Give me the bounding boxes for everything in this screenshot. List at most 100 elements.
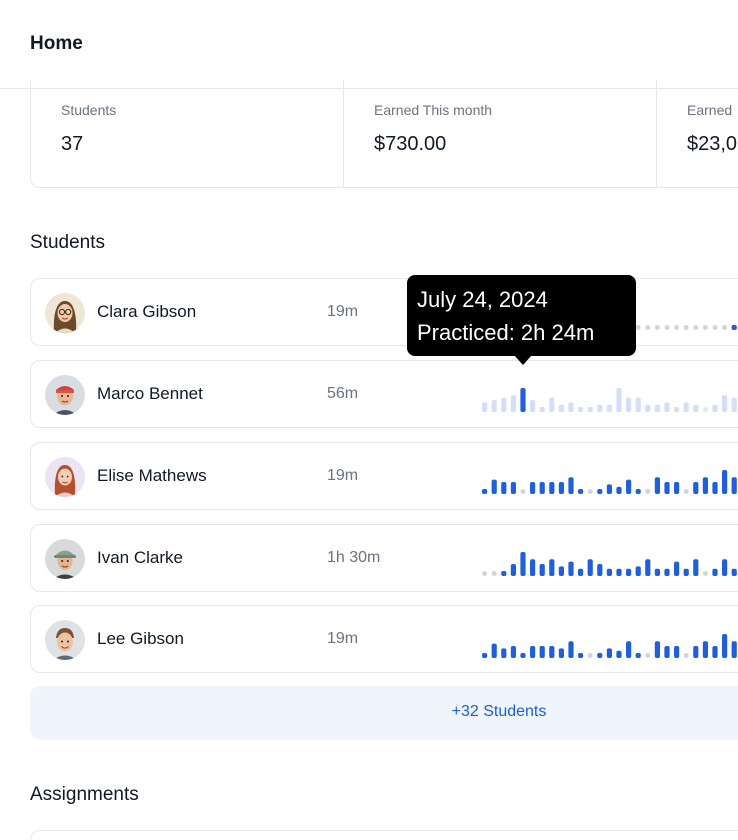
spark-bar[interactable] <box>501 648 507 658</box>
spark-bar[interactable] <box>520 653 526 658</box>
spark-bar[interactable] <box>616 650 622 658</box>
spark-bar[interactable] <box>674 407 680 412</box>
spark-bar[interactable] <box>510 646 516 658</box>
spark-bar[interactable] <box>568 477 574 494</box>
more-students-button[interactable]: +32 Students <box>30 686 738 740</box>
spark-bar[interactable] <box>674 561 680 576</box>
spark-bar[interactable] <box>491 400 497 412</box>
spark-bar[interactable] <box>539 564 545 576</box>
spark-bar[interactable] <box>597 489 603 494</box>
spark-bar[interactable] <box>674 646 680 658</box>
spark-bar[interactable] <box>530 559 536 576</box>
spark-bar[interactable] <box>530 646 536 658</box>
spark-bar[interactable] <box>558 648 564 658</box>
spark-bar[interactable] <box>731 568 737 576</box>
spark-bar[interactable] <box>549 559 555 576</box>
spark-bar[interactable] <box>597 404 603 412</box>
spark-bar[interactable] <box>491 479 497 494</box>
spark-bar[interactable] <box>616 568 622 576</box>
spark-bar[interactable] <box>731 397 737 412</box>
spark-bar[interactable] <box>578 568 584 576</box>
spark-bar[interactable] <box>664 568 670 576</box>
spark-bar[interactable] <box>635 489 641 494</box>
spark-bar[interactable] <box>712 404 718 412</box>
spark-bar[interactable] <box>712 482 718 494</box>
spark-bar[interactable] <box>616 486 622 494</box>
spark-bar[interactable] <box>501 571 507 576</box>
spark-bar[interactable] <box>558 566 564 576</box>
spark-bar[interactable] <box>654 568 660 576</box>
spark-bar[interactable] <box>693 559 699 576</box>
spark-bar[interactable] <box>597 653 603 658</box>
spark-bar-selected[interactable] <box>520 388 526 412</box>
spark-bar[interactable] <box>539 407 545 412</box>
spark-bar[interactable] <box>731 641 737 658</box>
spark-bar[interactable] <box>510 482 516 494</box>
spark-bar[interactable] <box>645 404 651 412</box>
spark-bar[interactable] <box>722 395 728 412</box>
spark-bar[interactable] <box>712 568 718 576</box>
spark-bar[interactable] <box>578 489 584 494</box>
spark-bar[interactable] <box>645 559 651 576</box>
spark-bar[interactable] <box>626 479 632 494</box>
spark-bar[interactable] <box>654 641 660 658</box>
spark-bar[interactable] <box>664 646 670 658</box>
spark-bar[interactable] <box>693 404 699 412</box>
spark-bar[interactable] <box>549 646 555 658</box>
spark-bar[interactable] <box>664 402 670 412</box>
spark-bar[interactable] <box>568 641 574 658</box>
spark-bar[interactable] <box>587 407 593 412</box>
spark-bar[interactable] <box>702 477 708 494</box>
spark-bar[interactable] <box>606 648 612 658</box>
spark-bar[interactable] <box>597 564 603 576</box>
spark-bar[interactable] <box>568 561 574 576</box>
spark-bar[interactable] <box>626 397 632 412</box>
spark-bar[interactable] <box>722 634 728 658</box>
spark-bar[interactable] <box>635 566 641 576</box>
spark-bar[interactable] <box>654 404 660 412</box>
spark-bar[interactable] <box>606 568 612 576</box>
spark-bar[interactable] <box>482 489 488 494</box>
spark-bar[interactable] <box>587 559 593 576</box>
spark-bar[interactable] <box>482 402 488 412</box>
spark-bar[interactable] <box>606 404 612 412</box>
spark-bar[interactable] <box>635 653 641 658</box>
spark-bar[interactable] <box>702 641 708 658</box>
spark-bar[interactable] <box>578 653 584 658</box>
spark-bar[interactable] <box>606 484 612 494</box>
spark-bar[interactable] <box>558 482 564 494</box>
spark-bar[interactable] <box>693 482 699 494</box>
spark-bar[interactable] <box>539 482 545 494</box>
spark-bar[interactable] <box>731 325 737 330</box>
spark-bar[interactable] <box>568 402 574 412</box>
spark-bar[interactable] <box>664 482 670 494</box>
spark-bar[interactable] <box>693 646 699 658</box>
spark-bar[interactable] <box>654 477 660 494</box>
spark-bar[interactable] <box>501 397 507 412</box>
spark-bar[interactable] <box>530 482 536 494</box>
spark-bar[interactable] <box>578 407 584 412</box>
assignment-card[interactable] <box>30 830 738 840</box>
spark-bar[interactable] <box>549 482 555 494</box>
spark-bar[interactable] <box>626 568 632 576</box>
spark-bar[interactable] <box>510 564 516 576</box>
spark-bar[interactable] <box>712 646 718 658</box>
spark-bar[interactable] <box>530 400 536 412</box>
spark-bar[interactable] <box>616 388 622 412</box>
spark-bar[interactable] <box>722 559 728 576</box>
spark-bar[interactable] <box>558 404 564 412</box>
spark-bar[interactable] <box>683 402 689 412</box>
spark-bar[interactable] <box>510 395 516 412</box>
spark-bar[interactable] <box>491 643 497 658</box>
spark-bar[interactable] <box>635 397 641 412</box>
spark-bar[interactable] <box>683 568 689 576</box>
spark-bar[interactable] <box>482 653 488 658</box>
spark-bar[interactable] <box>539 646 545 658</box>
spark-bar[interactable] <box>501 482 507 494</box>
spark-bar[interactable] <box>674 482 680 494</box>
spark-bar[interactable] <box>722 470 728 494</box>
spark-bar[interactable] <box>520 552 526 576</box>
spark-bar[interactable] <box>626 641 632 658</box>
spark-bar[interactable] <box>731 477 737 494</box>
spark-bar[interactable] <box>549 397 555 412</box>
